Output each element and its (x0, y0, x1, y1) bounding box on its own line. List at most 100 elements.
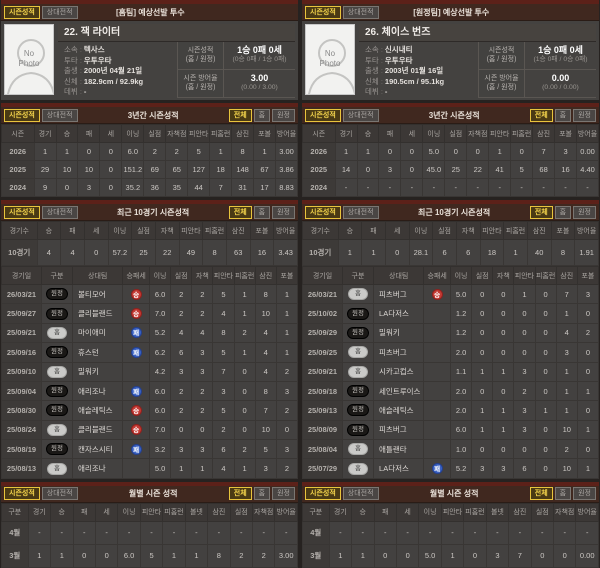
filter-away[interactable]: 원정 (272, 205, 295, 219)
filter-home[interactable]: 홈 (253, 108, 271, 122)
stat-cell: 3.86 (275, 160, 298, 179)
opponent-cell: 피츠버그 (373, 419, 425, 441)
filter-home[interactable]: 홈 (253, 487, 271, 501)
stat-cell: 1 (356, 142, 380, 161)
filter-all[interactable]: 전체 (228, 108, 252, 122)
game-log-row: 26/03/21 원정 볼티모어 승 6.0 2 2 5 1 8 1 (1, 283, 299, 305)
away-badge: 원정 (46, 385, 68, 398)
game-log-row: 25/08/24 홈 클리블랜드 승 7.0 0 0 2 0 10 0 (1, 419, 299, 441)
stat-cell: 148 (231, 160, 255, 179)
header-cell: 피안타 (488, 124, 512, 143)
stat-cell: 2 (143, 142, 167, 161)
opponent-cell: 시카고컵스 (373, 361, 425, 382)
stat-cell: 0 (233, 361, 256, 382)
tab-head-to-head[interactable]: 상대전적 (41, 5, 78, 19)
tab-season-stats[interactable]: 시즌성적 (305, 487, 341, 501)
header-cell: 패 (60, 221, 85, 240)
opponent-cell: 세인트루이스 (373, 380, 425, 402)
tab-head-to-head[interactable]: 상대전적 (342, 205, 379, 219)
tab-head-to-head[interactable]: 상대전적 (342, 5, 379, 19)
stat-cell: 65 (165, 160, 189, 179)
filter-away[interactable]: 원정 (573, 108, 596, 122)
stat-cell: 1 (488, 142, 512, 161)
home-badge: 홈 (46, 326, 67, 339)
header-cell: 경기수 (1, 221, 38, 240)
venue-filter-group: 전체 홈 원정 (228, 487, 295, 501)
filter-all[interactable]: 전체 (529, 487, 553, 501)
tab-head-to-head[interactable]: 상대전적 (342, 108, 379, 122)
stat-cell: - (552, 520, 577, 545)
header-cell: 경기일 (302, 266, 343, 285)
stat-cell: 3 (212, 380, 235, 402)
tab-head-to-head[interactable]: 상대전적 (41, 108, 78, 122)
tab-group: 시즌성적 상대전적 (305, 487, 379, 501)
tab-head-to-head[interactable]: 상대전적 (41, 487, 78, 501)
filter-home[interactable]: 홈 (554, 108, 572, 122)
stat-cell: 10 (254, 419, 277, 441)
info-label: 투타 (64, 55, 78, 65)
header-cell: 삼진 (532, 124, 556, 143)
header-cell: 삼진 (526, 221, 552, 240)
stat-cell: 45.0 (422, 160, 446, 179)
tab-season-stats[interactable]: 시즌성적 (4, 108, 40, 122)
stat-cell: 1 (275, 322, 299, 344)
section-title: 3년간 시즌성적 (127, 110, 179, 120)
game-date-cell: 25/08/30 (1, 400, 42, 421)
stat-cell: - (463, 520, 487, 545)
win-badge: 승 (130, 424, 142, 436)
tab-season-stats[interactable]: 시즌성적 (4, 205, 40, 219)
filter-away[interactable]: 원정 (573, 487, 596, 501)
stat-cell: 7.0 (148, 419, 172, 441)
filter-all[interactable]: 전체 (228, 487, 252, 501)
tab-group: 시즌성적 상대전적 (4, 5, 78, 19)
tab-season-stats[interactable]: 시즌성적 (305, 108, 341, 122)
header-cell: 피안타 (479, 221, 505, 240)
filter-away[interactable]: 원정 (272, 487, 295, 501)
game-date-cell: 25/09/21 (302, 361, 343, 382)
pitcher-panel: 시즌성적 상대전적 [원정팀] 예상선발 투수 No Photo 26. 체이스… (302, 0, 600, 568)
stat-cell: 28.1 (408, 239, 434, 266)
tab-season-stats[interactable]: 시즌성적 (305, 205, 341, 219)
stat-cell: 2 (251, 543, 276, 568)
stat-cell: 0 (471, 283, 494, 305)
filter-away[interactable]: 원정 (272, 108, 295, 122)
filter-all[interactable]: 전체 (529, 108, 553, 122)
stat-cell: 31 (231, 178, 255, 197)
stat-cell: 0 (99, 178, 123, 197)
tab-head-to-head[interactable]: 상대전적 (41, 205, 78, 219)
game-log-row: 25/08/30 원정 애슬레틱스 승 6.0 2 2 5 0 7 2 (1, 400, 299, 421)
tab-season-stats[interactable]: 시즌성적 (305, 5, 341, 19)
filter-away[interactable]: 원정 (573, 205, 596, 219)
filter-home[interactable]: 홈 (554, 487, 572, 501)
tab-head-to-head[interactable]: 상대전적 (342, 487, 379, 501)
stat-cell: 7 (508, 543, 532, 568)
stat-cell: 0 (384, 239, 410, 266)
stat-cell: 1 (555, 361, 578, 382)
stat-cell: 16 (554, 160, 578, 179)
stat-cell: 17 (253, 178, 277, 197)
stat-cell: 1 (191, 458, 214, 479)
stat-cell: 2 (170, 303, 193, 324)
player-info-row: 출생:2003년 01월 16일 (365, 66, 478, 77)
opponent-cell: 볼티모어 (72, 283, 124, 305)
header-cell: 포볼 (576, 266, 600, 285)
result-cell: 패 (122, 342, 150, 363)
stat-cell: 10 (55, 160, 79, 179)
lose-badge: 패 (130, 327, 142, 339)
tab-season-stats[interactable]: 시즌성적 (4, 5, 40, 19)
table-header-row: 경기일 구분 상대팀 승패세 이닝 실점 자책 피안타 피홈런 삼진 포볼 (302, 266, 600, 285)
tab-season-stats[interactable]: 시즌성적 (4, 487, 40, 501)
away-badge: 원정 (46, 443, 68, 456)
game-log-row: 25/09/25 홈 피츠버그 2.0 0 0 0 0 3 0 (302, 342, 600, 363)
header-cell: 세 (384, 221, 410, 240)
filter-home[interactable]: 홈 (253, 205, 271, 219)
opponent-cell: 애슬레틱스 (72, 400, 124, 421)
three-year-section: 시즌성적 상대전적 3년간 시즌성적 전체 홈 원정 시즌 경기 승 패 세 이닝 실점 자책… (302, 103, 599, 197)
info-label: 출생 (64, 66, 78, 76)
filter-all[interactable]: 전체 (228, 205, 252, 219)
filter-home[interactable]: 홈 (554, 205, 572, 219)
filter-all[interactable]: 전체 (529, 205, 553, 219)
stat-cell: 4 (555, 322, 578, 344)
result-cell: 승 (122, 283, 150, 305)
result-cell (423, 419, 451, 441)
